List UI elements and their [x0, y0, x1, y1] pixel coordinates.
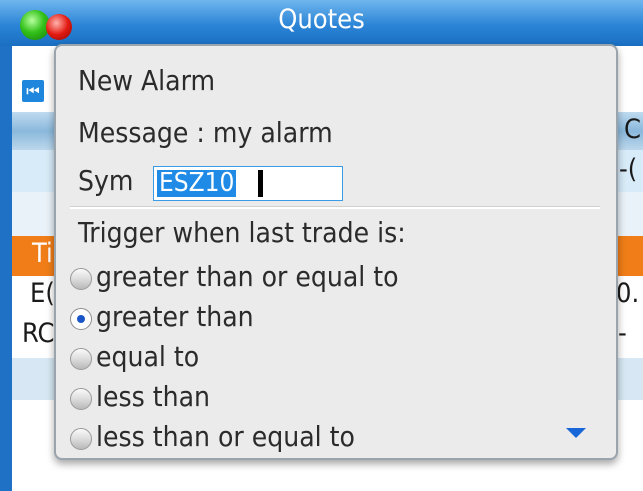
option-label: greater than or equal to [96, 260, 399, 293]
radio-unselected-icon[interactable] [70, 268, 92, 290]
cell-value: 0. [616, 278, 640, 309]
scroll-down-icon[interactable] [566, 428, 586, 438]
first-page-icon[interactable]: ⏮ [22, 80, 44, 102]
window-title: Quotes [278, 4, 365, 35]
section-header-label: Ti [32, 238, 53, 269]
sym-input[interactable]: ESZ10 [153, 166, 343, 201]
option-label: greater than [96, 300, 254, 333]
radio-unselected-icon[interactable] [70, 428, 92, 450]
text-cursor [258, 170, 263, 197]
cell-symbol: RC [22, 318, 55, 349]
message-line: Message : my alarm [78, 116, 333, 149]
divider [70, 206, 600, 209]
radio-selected-icon[interactable] [70, 308, 92, 330]
option-label: less than [96, 380, 210, 413]
radio-unselected-icon[interactable] [70, 388, 92, 410]
dialog-title: New Alarm [78, 64, 216, 97]
option-label: less than or equal to [96, 420, 355, 453]
sym-input-value: ESZ10 [157, 168, 237, 198]
new-alarm-dialog: New Alarm Message : my alarm Sym ESZ10 T… [54, 44, 618, 460]
red-close-icon[interactable] [46, 14, 72, 40]
radio-unselected-icon[interactable] [70, 348, 92, 370]
cell-symbol: E( [30, 278, 55, 309]
left-rail [0, 46, 12, 491]
trigger-label: Trigger when last trade is: [78, 216, 406, 249]
option-label: equal to [96, 340, 200, 373]
cell-value: - [618, 318, 627, 349]
sym-label: Sym [78, 164, 134, 197]
header-cell-right: C [624, 114, 641, 145]
cell-right: -( [619, 154, 638, 185]
title-bar: Quotes [0, 0, 643, 46]
